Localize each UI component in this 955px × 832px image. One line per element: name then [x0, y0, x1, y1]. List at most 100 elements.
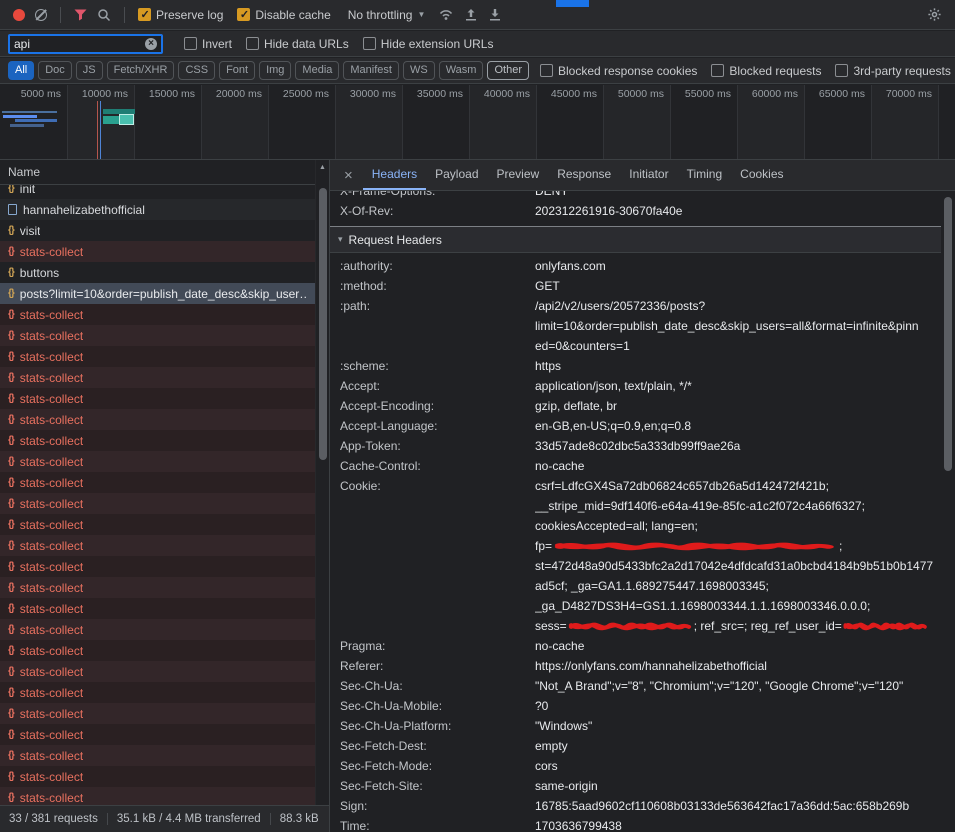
request-row[interactable]: {}stats-collect	[0, 577, 315, 598]
hide-extension-urls-checkbox[interactable]: Hide extension URLs	[363, 37, 494, 51]
type-filter-ws[interactable]: WS	[403, 61, 435, 80]
type-filter-doc[interactable]: Doc	[38, 61, 72, 80]
type-filter-js[interactable]: JS	[76, 61, 103, 80]
request-row[interactable]: {}stats-collect	[0, 388, 315, 409]
disable-cache-checkbox[interactable]: Disable cache	[237, 8, 330, 22]
request-list-scrollbar[interactable]: ▲	[315, 160, 329, 805]
tab-cookies[interactable]: Cookies	[731, 160, 792, 190]
blocked-response-cookies-box[interactable]	[540, 64, 553, 77]
request-name: hannahelizabethofficial	[23, 203, 145, 217]
blocked-response-cookies-checkbox[interactable]: Blocked response cookies	[540, 64, 697, 78]
request-row[interactable]: {}stats-collect	[0, 430, 315, 451]
name-column-header[interactable]: Name	[0, 160, 329, 185]
settings-button[interactable]	[927, 7, 942, 22]
network-conditions-button[interactable]	[438, 9, 454, 21]
disable-cache-box[interactable]	[237, 8, 250, 21]
request-row[interactable]: {}stats-collect	[0, 535, 315, 556]
request-name: stats-collect	[20, 770, 83, 784]
script-icon: {}	[8, 288, 14, 299]
throttling-select[interactable]: No throttling ▼	[348, 8, 426, 22]
type-filter-wasm[interactable]: Wasm	[439, 61, 484, 80]
request-row[interactable]: {}stats-collect	[0, 787, 315, 805]
request-row[interactable]: {}stats-collect	[0, 682, 315, 703]
type-filter-css[interactable]: CSS	[178, 61, 215, 80]
blocked-requests-box[interactable]	[711, 64, 724, 77]
request-row[interactable]: {}stats-collect	[0, 493, 315, 514]
header-value: no-cache	[535, 456, 941, 476]
hide-extension-urls-box[interactable]	[363, 37, 376, 50]
request-row[interactable]: {}stats-collect	[0, 514, 315, 535]
invert-checkbox[interactable]: Invert	[184, 37, 232, 51]
request-row[interactable]: {}stats-collect	[0, 640, 315, 661]
request-row[interactable]: {}init	[0, 185, 315, 199]
export-har-button[interactable]	[488, 8, 502, 22]
scroll-up-icon[interactable]: ▲	[316, 160, 329, 171]
details-scrollbar[interactable]	[941, 191, 955, 832]
tab-timing[interactable]: Timing	[678, 160, 732, 190]
request-row[interactable]: {}stats-collect	[0, 451, 315, 472]
scrollbar-thumb[interactable]	[319, 188, 327, 460]
clear-filter-icon[interactable]: ×	[145, 38, 157, 50]
hide-data-urls-box[interactable]	[246, 37, 259, 50]
request-row[interactable]: {}stats-collect	[0, 472, 315, 493]
tab-response[interactable]: Response	[548, 160, 620, 190]
third-party-requests-box[interactable]	[835, 64, 848, 77]
header-value: application/json, text/plain, */*	[535, 376, 941, 396]
request-row[interactable]: {}stats-collect	[0, 703, 315, 724]
filter-input[interactable]	[14, 37, 145, 51]
filter-toggle-button[interactable]	[74, 9, 87, 21]
request-row[interactable]: hannahelizabethofficial	[0, 199, 315, 220]
blue-indicator	[556, 0, 589, 7]
request-row[interactable]: {}buttons	[0, 262, 315, 283]
request-row[interactable]: {}stats-collect	[0, 346, 315, 367]
import-har-button[interactable]	[464, 8, 478, 22]
clear-network-log-button[interactable]	[35, 9, 47, 21]
request-row[interactable]: {}stats-collect	[0, 766, 315, 787]
request-row[interactable]: {}stats-collect	[0, 745, 315, 766]
type-filter-fetch-xhr[interactable]: Fetch/XHR	[107, 61, 175, 80]
preserve-log-box[interactable]	[138, 8, 151, 21]
timeline-activity	[3, 115, 37, 118]
tab-preview[interactable]: Preview	[488, 160, 549, 190]
type-filter-img[interactable]: Img	[259, 61, 291, 80]
tab-initiator[interactable]: Initiator	[620, 160, 677, 190]
close-details-button[interactable]: ×	[334, 167, 363, 184]
request-row[interactable]: {}stats-collect	[0, 325, 315, 346]
request-row[interactable]: {}stats-collect	[0, 661, 315, 682]
preserve-log-checkbox[interactable]: Preserve log	[138, 8, 223, 22]
type-filter-other[interactable]: Other	[487, 61, 529, 80]
request-name: init	[20, 185, 35, 196]
scrollbar-thumb[interactable]	[944, 197, 952, 471]
type-filter-all[interactable]: All	[8, 61, 34, 80]
request-row[interactable]: {}stats-collect	[0, 367, 315, 388]
type-filter-font[interactable]: Font	[219, 61, 255, 80]
timeline-tick-label: 50000 ms	[600, 88, 664, 100]
search-button[interactable]	[97, 8, 111, 22]
type-filter-media[interactable]: Media	[295, 61, 339, 80]
request-name: stats-collect	[20, 434, 83, 448]
request-row[interactable]: {}posts?limit=10&order=publish_date_desc…	[0, 283, 315, 304]
network-toolbar: Preserve log Disable cache No throttling…	[0, 0, 955, 30]
timeline-tick-label: 20000 ms	[198, 88, 262, 100]
hide-data-urls-checkbox[interactable]: Hide data URLs	[246, 37, 349, 51]
tab-payload[interactable]: Payload	[426, 160, 487, 190]
tab-headers[interactable]: Headers	[363, 160, 426, 190]
request-row[interactable]: {}stats-collect	[0, 241, 315, 262]
request-row[interactable]: {}stats-collect	[0, 598, 315, 619]
request-row[interactable]: {}visit	[0, 220, 315, 241]
invert-box[interactable]	[184, 37, 197, 50]
third-party-requests-checkbox[interactable]: 3rd-party requests	[835, 64, 950, 78]
request-row[interactable]: {}stats-collect	[0, 724, 315, 745]
header-row: Sec-Ch-Ua-Platform:"Windows"	[330, 716, 941, 736]
request-row[interactable]: {}stats-collect	[0, 619, 315, 640]
request-row[interactable]: {}stats-collect	[0, 304, 315, 325]
type-filter-manifest[interactable]: Manifest	[343, 61, 399, 80]
request-row[interactable]: {}stats-collect	[0, 409, 315, 430]
request-name: stats-collect	[20, 560, 83, 574]
request-headers-section-header[interactable]: ▾ Request Headers	[330, 227, 941, 253]
script-icon: {}	[8, 666, 14, 677]
blocked-requests-checkbox[interactable]: Blocked requests	[711, 64, 821, 78]
request-row[interactable]: {}stats-collect	[0, 556, 315, 577]
timeline-overview[interactable]: 5000 ms10000 ms15000 ms20000 ms25000 ms3…	[0, 85, 955, 160]
record-button[interactable]	[13, 9, 25, 21]
